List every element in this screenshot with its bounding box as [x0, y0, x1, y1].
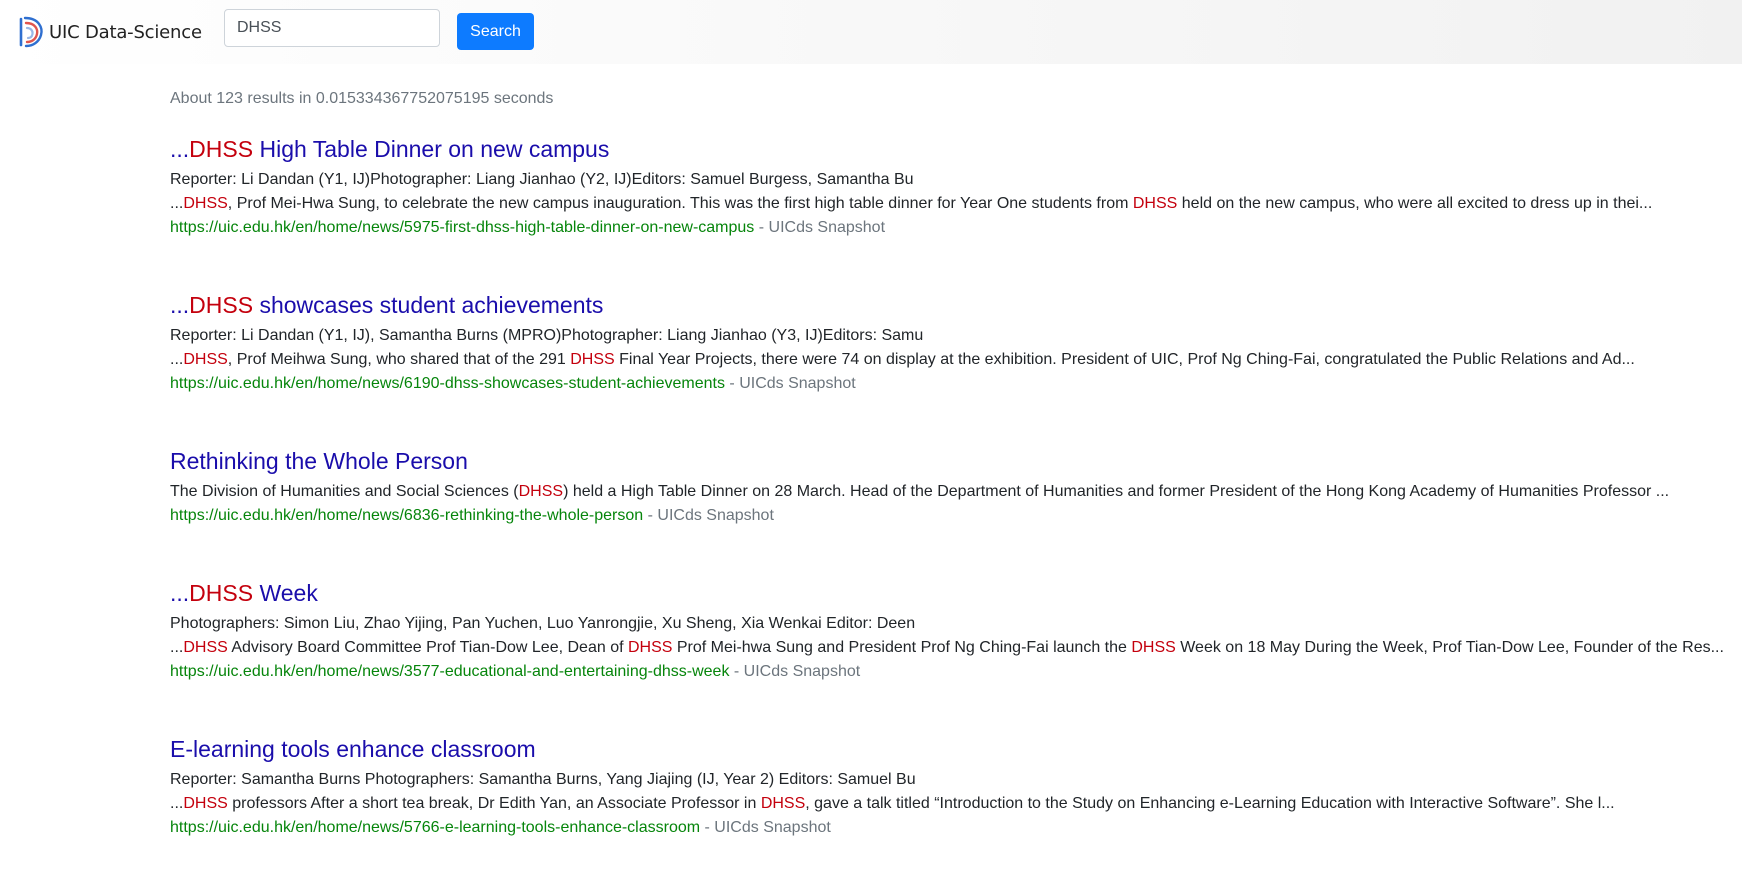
highlight-term: DHSS: [1132, 195, 1178, 212]
text-fragment: Reporter: Samantha Burns Photographers: …: [170, 771, 916, 788]
text-fragment: Advisory Board Committee Prof Tian-Dow L…: [227, 639, 628, 656]
result-url-link[interactable]: https://uic.edu.hk/en/home/news/5975-fir…: [170, 219, 754, 236]
text-fragment: , gave a talk titled “Introduction to th…: [805, 795, 1615, 812]
highlight-term: DHSS: [627, 639, 673, 656]
url-separator: -: [724, 375, 740, 392]
text-fragment: Photographers: Simon Liu, Zhao Yijing, P…: [170, 615, 916, 632]
text-fragment: Week on 18 May During the Week, Prof Tia…: [1175, 639, 1724, 656]
result-url-link[interactable]: https://uic.edu.hk/en/home/news/5766-e-l…: [170, 819, 700, 836]
site-logo[interactable]: UIC Data-Science: [17, 15, 202, 49]
text-fragment: showcases student achievements: [253, 292, 604, 318]
text-fragment: ...: [170, 136, 190, 162]
result-url-link[interactable]: https://uic.edu.hk/en/home/news/6190-dhs…: [170, 375, 725, 392]
results-stats: About 123 results in 0.01533436775207519…: [170, 90, 554, 107]
search-button[interactable]: Search: [457, 13, 534, 50]
result-byline: Reporter: Samantha Burns Photographers: …: [170, 768, 1740, 792]
url-separator: -: [700, 819, 715, 836]
text-fragment: ...: [170, 195, 184, 212]
highlight-term: DHSS: [183, 351, 228, 368]
result-title-link[interactable]: Rethinking the Whole Person: [170, 446, 1740, 476]
url-separator: -: [643, 507, 658, 524]
snapshot-link[interactable]: UICds Snapshot: [739, 375, 856, 392]
result-url-row: https://uic.edu.hk/en/home/news/6836-ret…: [170, 504, 1740, 528]
result-item: ...DHSS High Table Dinner on new campus R…: [170, 134, 1740, 290]
text-fragment: Week: [253, 580, 318, 606]
text-fragment: Prof Mei-hwa Sung and President Prof Ng …: [672, 639, 1132, 656]
logo-icon: [19, 16, 43, 48]
highlight-term: DHSS: [189, 580, 254, 606]
text-fragment: ...: [170, 795, 184, 812]
highlight-term: DHSS: [570, 351, 615, 368]
result-url-link[interactable]: https://uic.edu.hk/en/home/news/6836-ret…: [170, 507, 643, 524]
result-item: E-learning tools enhance classroom Report…: [170, 734, 1740, 890]
result-snippet: ...DHSS professors After a short tea bre…: [170, 792, 1740, 816]
results-list: ...DHSS High Table Dinner on new campus R…: [170, 134, 1740, 890]
result-byline: Reporter: Li Dandan (Y1, IJ), Samantha B…: [170, 324, 1740, 348]
result-url-row: https://uic.edu.hk/en/home/news/6190-dhs…: [170, 372, 1740, 396]
highlight-term: DHSS: [183, 639, 228, 656]
text-fragment: ) held a High Table Dinner on 28 March. …: [563, 483, 1670, 500]
snapshot-link[interactable]: UICds Snapshot: [657, 507, 774, 524]
highlight-term: DHSS: [183, 195, 228, 212]
result-snippet: ...DHSS Advisory Board Committee Prof Ti…: [170, 636, 1740, 660]
result-byline: Reporter: Li Dandan (Y1, IJ)Photographer…: [170, 168, 1740, 192]
text-fragment: , Prof Meihwa Sung, who shared that of t…: [227, 351, 571, 368]
snapshot-link[interactable]: UICds Snapshot: [714, 819, 831, 836]
url-separator: -: [729, 663, 744, 680]
highlight-term: DHSS: [1131, 639, 1176, 656]
text-fragment: Reporter: Li Dandan (Y1, IJ), Samantha B…: [170, 327, 924, 344]
result-item: ...DHSS Week Photographers: Simon Liu, Zh…: [170, 578, 1740, 734]
text-fragment: ...: [170, 580, 190, 606]
text-fragment: , Prof Mei-Hwa Sung, to celebrate the ne…: [227, 195, 1133, 212]
text-fragment: professors After a short tea break, Dr E…: [227, 795, 761, 812]
text-fragment: E-learning tools enhance classroom: [170, 736, 536, 762]
text-fragment: ...: [170, 292, 190, 318]
text-fragment: Final Year Projects, there were 74 on di…: [614, 351, 1635, 368]
text-fragment: ...: [170, 351, 184, 368]
text-fragment: Rethinking the Whole Person: [170, 448, 468, 474]
highlight-term: DHSS: [518, 483, 564, 500]
result-url-row: https://uic.edu.hk/en/home/news/5975-fir…: [170, 216, 1740, 240]
highlight-term: DHSS: [183, 795, 228, 812]
top-navbar: UIC Data-Science Search: [0, 0, 1742, 64]
result-url-row: https://uic.edu.hk/en/home/news/5766-e-l…: [170, 816, 1740, 840]
highlight-term: DHSS: [189, 292, 254, 318]
text-fragment: ...: [170, 639, 184, 656]
result-snippet: The Division of Humanities and Social Sc…: [170, 480, 1740, 504]
result-url-link[interactable]: https://uic.edu.hk/en/home/news/3577-edu…: [170, 663, 729, 680]
highlight-term: DHSS: [760, 795, 806, 812]
result-url-row: https://uic.edu.hk/en/home/news/3577-edu…: [170, 660, 1740, 684]
result-snippet: ...DHSS, Prof Mei-Hwa Sung, to celebrate…: [170, 192, 1740, 216]
snapshot-link[interactable]: UICds Snapshot: [744, 663, 861, 680]
result-byline: Photographers: Simon Liu, Zhao Yijing, P…: [170, 612, 1740, 636]
text-fragment: held on the new campus, who were all exc…: [1177, 195, 1653, 212]
result-item: Rethinking the Whole Person The Division …: [170, 446, 1740, 578]
url-separator: -: [754, 219, 769, 236]
search-input[interactable]: [224, 9, 440, 47]
text-fragment: High Table Dinner on new campus: [253, 136, 610, 162]
result-title-link[interactable]: E-learning tools enhance classroom: [170, 734, 1740, 764]
text-fragment: Reporter: Li Dandan (Y1, IJ)Photographer…: [170, 171, 914, 188]
result-title-link[interactable]: ...DHSS Week: [170, 578, 1740, 608]
result-item: ...DHSS showcases student achievements Re…: [170, 290, 1740, 446]
logo-text: UIC Data-Science: [49, 21, 202, 43]
highlight-term: DHSS: [189, 136, 254, 162]
result-title-link[interactable]: ...DHSS showcases student achievements: [170, 290, 1740, 320]
result-snippet: ...DHSS, Prof Meihwa Sung, who shared th…: [170, 348, 1740, 372]
result-title-link[interactable]: ...DHSS High Table Dinner on new campus: [170, 134, 1740, 164]
text-fragment: The Division of Humanities and Social Sc…: [170, 483, 519, 500]
snapshot-link[interactable]: UICds Snapshot: [769, 219, 886, 236]
